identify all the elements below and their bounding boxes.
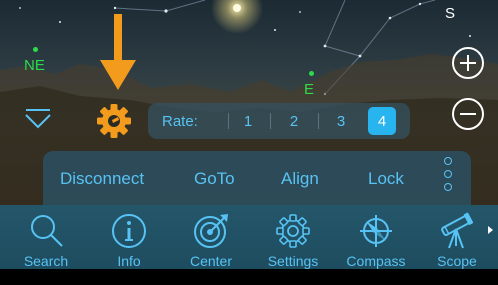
compass-marker-e: [309, 71, 314, 76]
gear-icon: [276, 214, 310, 248]
toolbar-search[interactable]: Search: [8, 205, 84, 269]
rate-option-1[interactable]: 1: [234, 107, 262, 135]
rate-option-2[interactable]: 2: [280, 107, 308, 135]
compass-label-ne: NE: [24, 57, 45, 74]
toolbar-label: Search: [23, 253, 69, 269]
align-button[interactable]: Align: [281, 169, 319, 189]
toolbar-label: Scope: [437, 253, 477, 269]
plus-icon: [460, 55, 476, 71]
target-icon: [194, 214, 228, 248]
toolbar-scroll-right-icon[interactable]: [488, 226, 493, 234]
compass-label-e: E: [304, 81, 315, 98]
minus-icon: [460, 113, 476, 115]
toolbar-settings[interactable]: Settings: [255, 205, 331, 269]
rate-divider: [270, 113, 271, 129]
toolbar-center[interactable]: Center: [173, 205, 249, 269]
search-icon: [31, 215, 63, 247]
lock-button[interactable]: Lock: [368, 169, 404, 189]
toolbar-scope[interactable]: Scope: [419, 205, 495, 269]
info-icon: [112, 214, 146, 248]
collapse-chevron-icon[interactable]: [24, 108, 52, 130]
rate-divider: [318, 113, 319, 129]
compass-marker-ne: [33, 47, 38, 52]
toolbar-label: Info: [117, 253, 141, 269]
scope-gear-icon[interactable]: [95, 102, 133, 140]
disconnect-button[interactable]: Disconnect: [60, 169, 144, 189]
bright-planet: [233, 4, 241, 12]
toolbar-info[interactable]: Info: [91, 205, 167, 269]
rate-selector: Rate: 1 2 3 4: [148, 103, 410, 139]
annotation-arrow-icon: [100, 14, 136, 90]
zoom-in-button[interactable]: [452, 47, 484, 79]
toolbar-label: Compass: [346, 253, 406, 269]
sky-corner-letter: S: [445, 5, 456, 22]
telescope-command-bar: Disconnect GoTo Align Lock: [43, 151, 471, 205]
goto-button[interactable]: GoTo: [194, 169, 235, 189]
telescope-icon: [441, 212, 474, 249]
bottom-strip: [0, 269, 498, 285]
zoom-out-button[interactable]: [452, 98, 484, 130]
toolbar-label: Settings: [267, 253, 319, 269]
toolbar-label: Center: [189, 253, 233, 269]
rate-label: Rate:: [162, 113, 198, 130]
compass-icon: [360, 215, 392, 247]
rate-option-4[interactable]: 4: [368, 107, 396, 135]
rate-divider: [228, 113, 229, 129]
rate-option-3[interactable]: 3: [327, 107, 355, 135]
toolbar-compass[interactable]: Compass: [338, 205, 414, 269]
bottom-toolbar: Search Info Center Settings Compass Scop…: [0, 205, 498, 269]
